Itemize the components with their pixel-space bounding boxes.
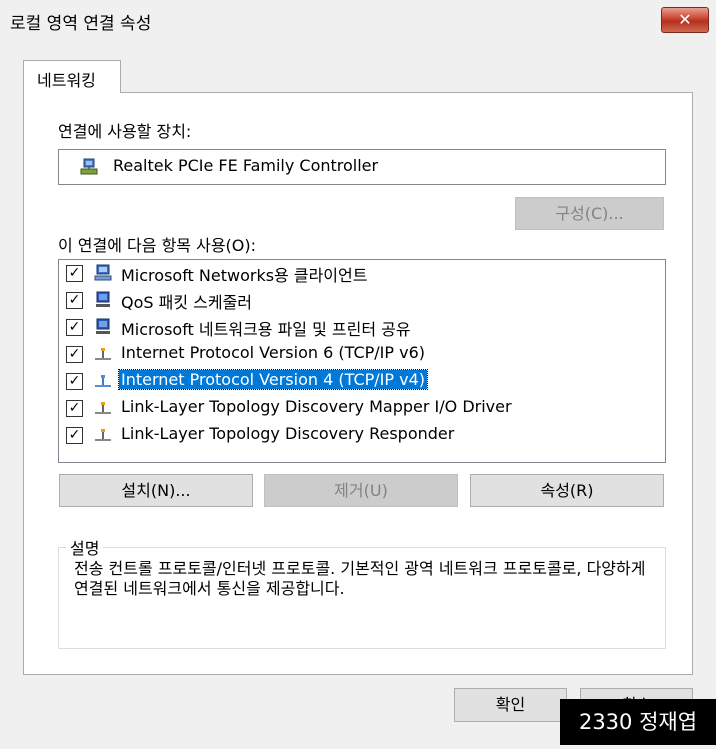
list-item[interactable]: ✓ Internet Protocol Version 6 (TCP/IP v6… xyxy=(66,342,656,368)
list-item[interactable]: ✓ Microsoft Networks용 클라이언트 xyxy=(66,261,656,287)
list-item[interactable]: ✓ QoS 패킷 스케줄러 xyxy=(66,288,656,314)
item-label: Internet Protocol Version 4 (TCP/IP v4) xyxy=(118,369,428,390)
properties-dialog: 로컬 영역 연결 속성 ✕ 네트워킹 연결에 사용할 장치: Realtek P… xyxy=(0,0,716,749)
list-item[interactable]: ✓ Microsoft 네트워크용 파일 및 프린터 공유 xyxy=(66,315,656,341)
title-bar: 로컬 영역 연결 속성 ✕ xyxy=(0,0,716,40)
item-label: Link-Layer Topology Discovery Mapper I/O… xyxy=(121,397,512,416)
close-button[interactable]: ✕ xyxy=(661,7,709,33)
install-button[interactable]: 설치(N)... xyxy=(59,474,253,507)
protocol-icon xyxy=(93,398,113,422)
checkbox[interactable]: ✓ xyxy=(66,292,83,309)
window-title: 로컬 영역 연결 속성 xyxy=(10,14,152,34)
checkbox[interactable]: ✓ xyxy=(66,427,83,444)
items-label: 이 연결에 다음 항목 사용(O): xyxy=(58,236,257,255)
protocol-icon xyxy=(93,344,113,368)
protocol-icon xyxy=(93,425,113,449)
properties-button[interactable]: 속성(R) xyxy=(470,474,664,507)
uninstall-button[interactable]: 제거(U) xyxy=(264,474,458,507)
network-client-icon xyxy=(93,263,113,287)
connect-using-label: 연결에 사용할 장치: xyxy=(58,122,192,141)
service-icon xyxy=(93,290,113,314)
configure-button[interactable]: 구성(C)... xyxy=(515,197,664,230)
checkbox[interactable]: ✓ xyxy=(66,400,83,417)
network-adapter-icon xyxy=(79,158,99,180)
item-label: QoS 패킷 스케줄러 xyxy=(121,293,253,312)
list-item[interactable]: ✓ Link-Layer Topology Discovery Mapper I… xyxy=(66,396,656,422)
components-list[interactable]: ✓ Microsoft Networks용 클라이언트 ✓ QoS 패킷 스케줄… xyxy=(58,259,666,463)
list-item-selected[interactable]: ✓ Internet Protocol Version 4 (TCP/IP v4… xyxy=(66,369,656,395)
protocol-icon xyxy=(93,371,113,395)
ok-button[interactable]: 확인 xyxy=(454,688,567,722)
list-item[interactable]: ✓ Link-Layer Topology Discovery Responde… xyxy=(66,423,656,449)
service-icon xyxy=(93,317,113,341)
checkbox[interactable]: ✓ xyxy=(66,373,83,390)
item-label: Link-Layer Topology Discovery Responder xyxy=(121,424,455,443)
checkbox[interactable]: ✓ xyxy=(66,265,83,282)
item-label: Microsoft 네트워크용 파일 및 프린터 공유 xyxy=(121,320,411,339)
tab-networking[interactable]: 네트워킹 xyxy=(23,60,121,93)
checkbox[interactable]: ✓ xyxy=(66,346,83,363)
watermark-label: 2330 정재엽 xyxy=(560,699,716,745)
description-title: 설명 xyxy=(66,535,104,559)
description-text: 전송 컨트롤 프로토콜/인터넷 프로토콜. 기본적인 광역 네트워크 프로토콜로… xyxy=(74,559,646,598)
device-name: Realtek PCIe FE Family Controller xyxy=(113,156,379,175)
device-field: Realtek PCIe FE Family Controller xyxy=(58,149,666,185)
item-label: Microsoft Networks용 클라이언트 xyxy=(121,266,368,285)
item-label: Internet Protocol Version 6 (TCP/IP v6) xyxy=(121,343,425,362)
checkbox[interactable]: ✓ xyxy=(66,319,83,336)
